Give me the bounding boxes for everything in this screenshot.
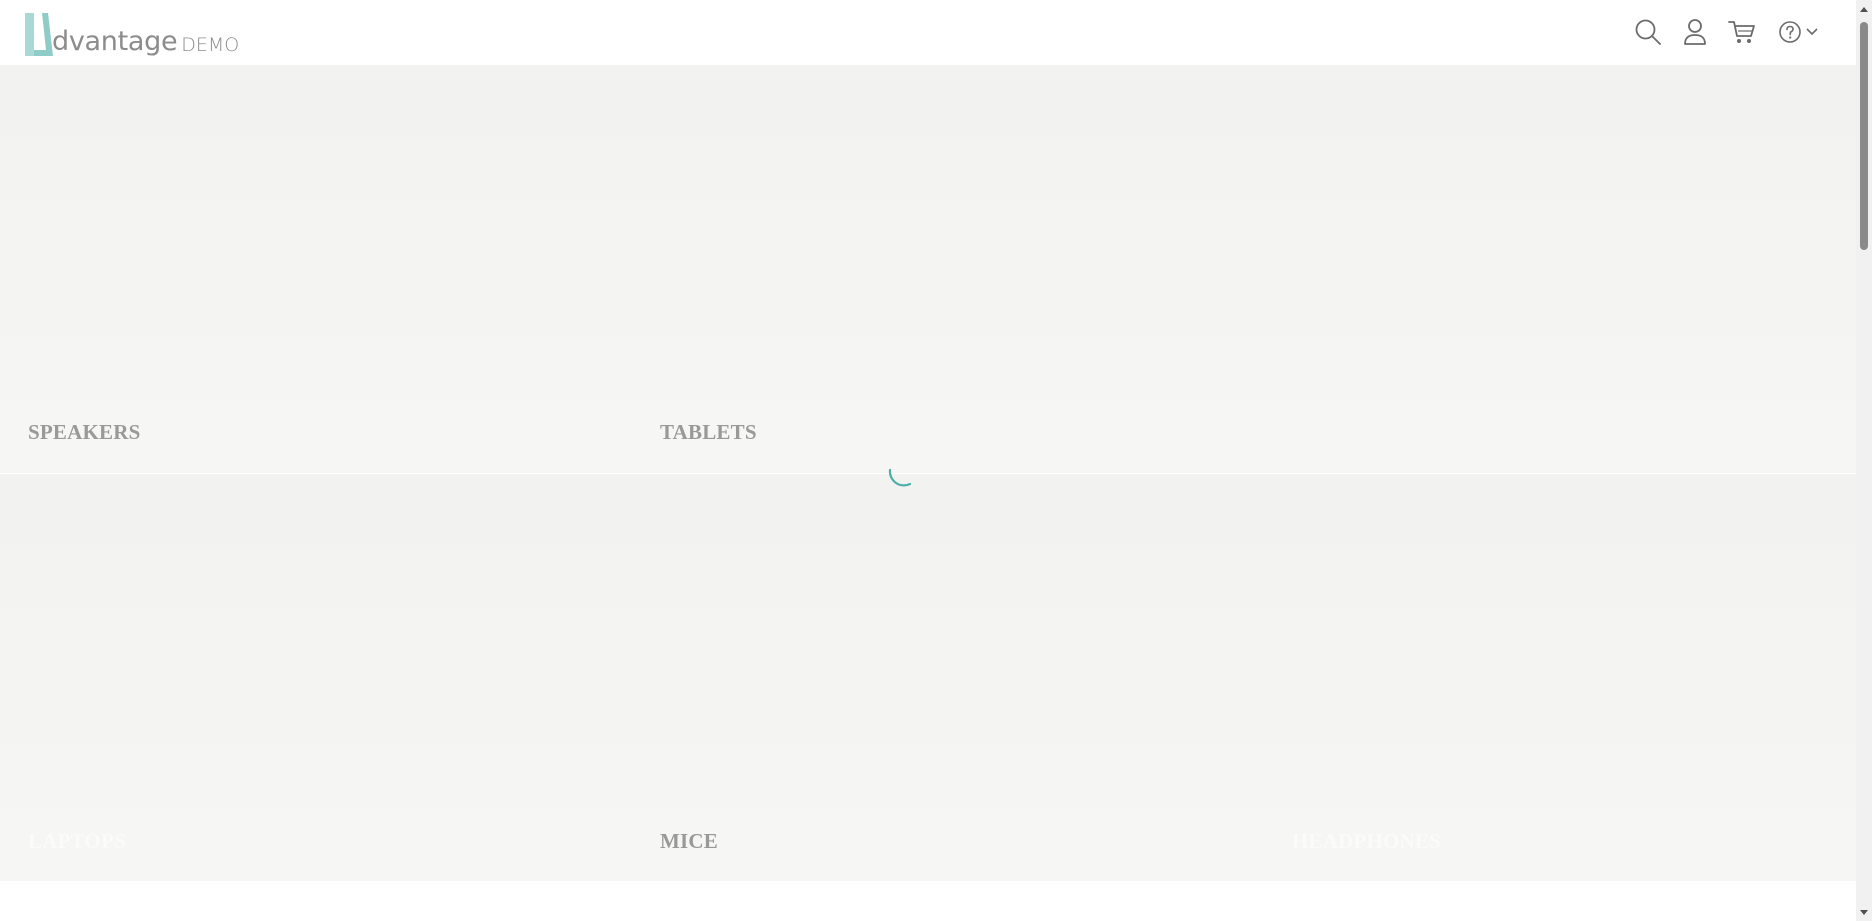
category-tile-headphones[interactable]: HEADPHONES — [1264, 474, 1872, 882]
logo-text: dvantage — [52, 26, 178, 57]
scroll-up-arrow-icon — [1860, 6, 1868, 12]
nav-icons — [1634, 18, 1818, 46]
category-label-mice: MICE — [660, 829, 718, 853]
spinner-icon — [888, 468, 912, 487]
category-tile-mice[interactable]: MICE — [632, 474, 1263, 882]
category-tile-laptops[interactable]: LAPTOPS — [0, 474, 631, 882]
logo[interactable]: dvantage DEMO — [22, 8, 239, 58]
top-nav-bar: dvantage DEMO — [0, 0, 1856, 65]
user-icon[interactable] — [1682, 18, 1708, 46]
category-label-speakers: SPEAKERS — [28, 420, 141, 444]
scroll-down-button[interactable] — [1856, 904, 1872, 921]
page-bottom-area — [0, 881, 1856, 921]
search-icon[interactable] — [1634, 18, 1662, 46]
page: dvantage DEMO SPEAKERS TABLETS LAPTOPS M… — [0, 0, 1872, 921]
vertical-scrollbar[interactable] — [1856, 0, 1872, 921]
category-label-laptops: LAPTOPS — [28, 829, 126, 853]
chevron-down-icon — [1806, 28, 1818, 36]
logo-demo-label: DEMO — [181, 34, 240, 56]
category-tile-speakers[interactable]: SPEAKERS — [0, 65, 631, 473]
category-tile-tablets[interactable]: TABLETS — [632, 65, 1263, 473]
cart-icon[interactable] — [1728, 18, 1756, 46]
category-row: SPEAKERS TABLETS — [0, 65, 1856, 473]
category-label-tablets: TABLETS — [660, 420, 757, 444]
category-row: LAPTOPS MICE HEADPHONES — [0, 474, 1856, 882]
category-label-headphones: HEADPHONES — [1292, 829, 1442, 853]
help-menu-button[interactable] — [1778, 20, 1818, 44]
scrollbar-thumb[interactable] — [1860, 22, 1868, 250]
category-tiles: SPEAKERS TABLETS LAPTOPS MICE HEADPHONES — [0, 65, 1856, 882]
help-icon — [1779, 21, 1801, 43]
scroll-up-button[interactable] — [1856, 0, 1872, 17]
logo-a-icon — [25, 13, 53, 56]
scroll-down-arrow-icon — [1860, 909, 1868, 915]
